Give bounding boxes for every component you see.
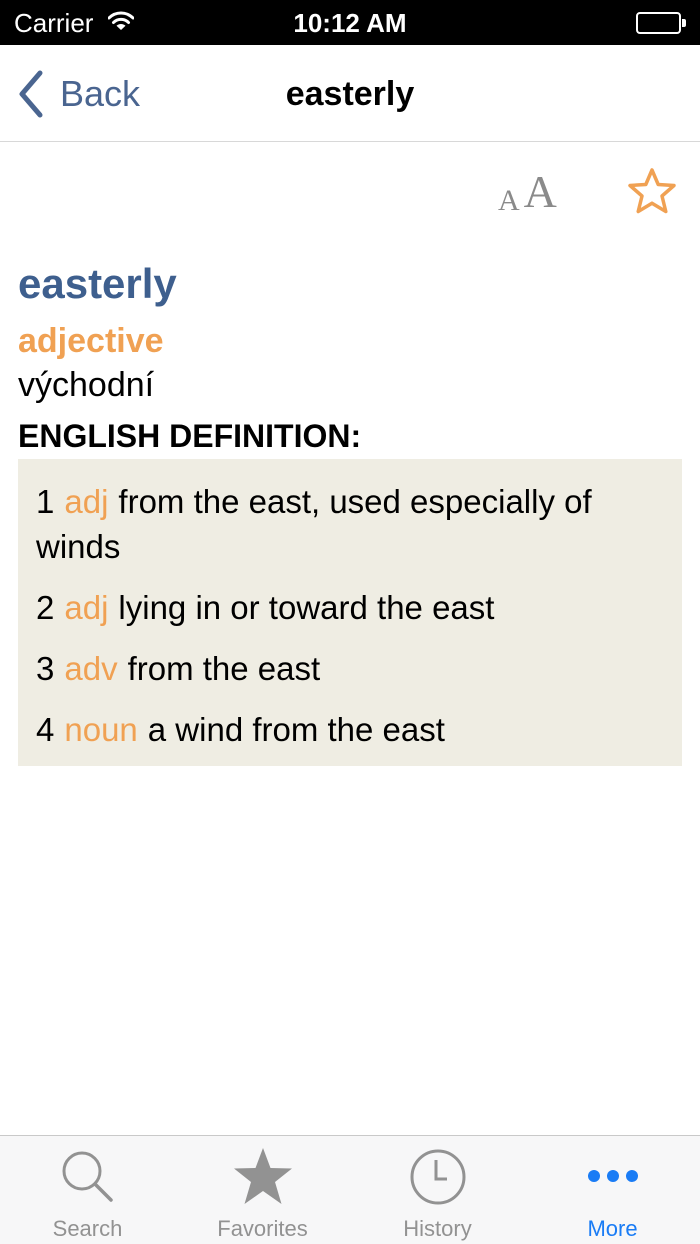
page-title: easterly: [285, 75, 415, 113]
clock-time: 10:12 AM: [293, 8, 407, 38]
navigation-bar: Back easterly: [0, 45, 700, 142]
font-size-button[interactable]: A A: [498, 166, 557, 218]
definition-item: 4 noun a wind from the east: [36, 707, 666, 752]
definition-tag: adv: [64, 650, 118, 687]
definition-number: 2: [36, 589, 55, 626]
font-size-large-glyph: A: [523, 166, 557, 217]
battery-icon: [636, 12, 686, 34]
definition-tag: adj: [64, 483, 109, 520]
tab-search[interactable]: Search: [0, 1136, 175, 1244]
tab-history[interactable]: History: [350, 1136, 525, 1244]
tab-label: Search: [52, 1216, 123, 1241]
part-of-speech: adjective: [18, 322, 164, 360]
star-outline-icon[interactable]: [626, 166, 678, 216]
definition-tag: adj: [64, 589, 109, 626]
definition-text: from the east: [127, 650, 321, 687]
clock-icon: [410, 1149, 465, 1205]
font-size-small-glyph: A: [498, 184, 520, 217]
definition-tag: noun: [64, 711, 138, 748]
definition-item: 3 adv from the east: [36, 646, 666, 691]
definition-text: a wind from the east: [147, 711, 445, 748]
headword: easterly: [18, 260, 177, 307]
definition-number: 1: [36, 483, 55, 520]
definition-text: lying in or toward the east: [118, 589, 495, 626]
definition-number: 4: [36, 711, 55, 748]
definition-header: ENGLISH DEFINITION:: [18, 418, 362, 454]
definition-number: 3: [36, 650, 55, 687]
definition-list: 1 adj from the east, used especially of wi…: [18, 459, 682, 766]
tab-favorites[interactable]: Favorites: [175, 1136, 350, 1244]
star-icon: [233, 1148, 292, 1204]
status-bar: Carrier 10:12 AM: [0, 0, 700, 45]
definition-item: 2 adj lying in or toward the east: [36, 585, 666, 630]
translation: východní: [18, 366, 155, 404]
tab-label: History: [403, 1216, 472, 1241]
tab-label: More: [587, 1216, 638, 1241]
tab-bar: Search Favorites History More: [0, 1135, 700, 1244]
tab-more[interactable]: More: [525, 1136, 700, 1244]
magnifier-icon: [62, 1151, 113, 1202]
tab-label: Favorites: [217, 1216, 308, 1241]
definition-text: from the east, used especially of winds: [36, 483, 592, 565]
definition-item: 1 adj from the east, used especially of wi…: [36, 479, 666, 569]
more-dots-icon: [587, 1170, 638, 1182]
